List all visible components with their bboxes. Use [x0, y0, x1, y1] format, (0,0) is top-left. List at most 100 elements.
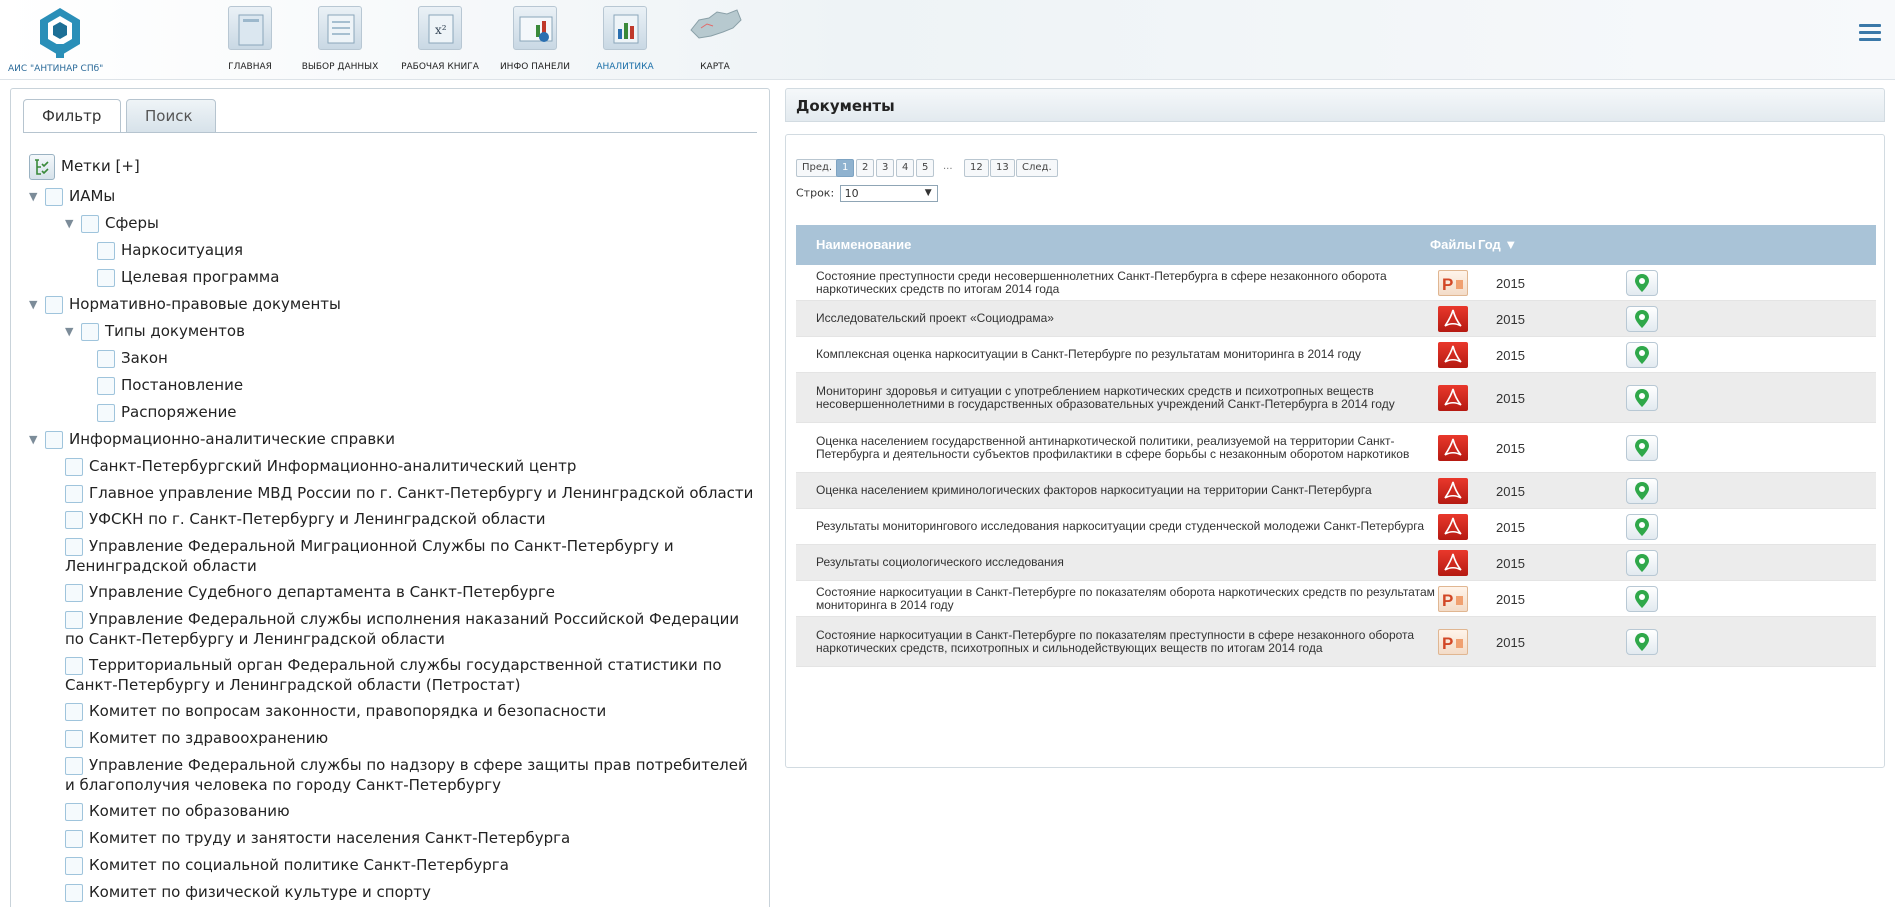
tags-label[interactable]: Метки [+]	[61, 157, 140, 175]
checkbox[interactable]	[65, 484, 83, 503]
checkbox[interactable]	[97, 268, 115, 287]
document-name[interactable]: Оценка населением государственной антина…	[816, 434, 1436, 461]
pager-next-button[interactable]: След.	[1016, 159, 1058, 177]
map-pin-button[interactable]	[1626, 435, 1658, 461]
checkbox[interactable]	[65, 457, 83, 476]
pager-page-button[interactable]: 12	[964, 159, 989, 177]
rows-select[interactable]: 10 ▼	[839, 185, 938, 202]
document-name[interactable]: Оценка населением криминологических факт…	[816, 484, 1436, 497]
pager-page-button[interactable]: 5	[916, 159, 935, 177]
checkbox[interactable]	[65, 583, 83, 602]
hamburger-icon[interactable]	[1859, 24, 1881, 42]
document-name[interactable]: Результаты социологического исследования	[816, 556, 1436, 569]
checkbox[interactable]	[81, 214, 99, 233]
pager-prev-button[interactable]: Пред.	[796, 159, 839, 177]
pager-page-button[interactable]: 4	[896, 159, 915, 177]
map-pin-button[interactable]	[1626, 629, 1658, 655]
documents-body: Пред. 1 2 3 4 5 ... 12 13 След. Строк: 1…	[785, 134, 1885, 768]
tags-icon[interactable]	[29, 153, 55, 180]
documents-panel: Документы Пред. 1 2 3 4 5 ... 12 13 След…	[785, 88, 1885, 768]
checkbox[interactable]	[97, 349, 115, 368]
pdf-icon[interactable]	[1438, 514, 1468, 540]
table-row[interactable]: Состояние наркоситуации в Санкт-Петербур…	[796, 617, 1876, 667]
document-name[interactable]: Состояние наркоситуации в Санкт-Петербур…	[816, 585, 1436, 612]
nav-workbook[interactable]: x² РАБОЧАЯ КНИГА	[395, 6, 485, 76]
tab-filter[interactable]: Фильтр	[23, 99, 121, 133]
collapse-arrow-icon[interactable]: ▼	[29, 291, 45, 318]
checkbox[interactable]	[65, 656, 83, 675]
ppt-icon[interactable]: P	[1438, 629, 1468, 655]
document-name[interactable]: Исследовательский проект «Социодрама»	[816, 312, 1436, 325]
table-row[interactable]: Оценка населением криминологических факт…	[796, 473, 1876, 509]
checkbox[interactable]	[65, 510, 83, 529]
checkbox[interactable]	[65, 702, 83, 721]
map-pin-icon	[1635, 482, 1649, 500]
pdf-icon[interactable]	[1438, 385, 1468, 411]
checkbox[interactable]	[65, 537, 83, 556]
table-row[interactable]: Исследовательский проект «Социодрама» 201…	[796, 301, 1876, 337]
checkbox[interactable]	[65, 756, 83, 775]
nav-dashboards[interactable]: ИНФО ПАНЕЛИ	[495, 6, 575, 76]
map-pin-button[interactable]	[1626, 478, 1658, 504]
checkbox[interactable]	[65, 729, 83, 748]
ppt-icon[interactable]: P	[1438, 586, 1468, 612]
checkbox[interactable]	[45, 295, 63, 314]
pdf-icon[interactable]	[1438, 550, 1468, 576]
pager-page-button[interactable]: 3	[876, 159, 895, 177]
checkbox[interactable]	[45, 430, 63, 449]
map-pin-button[interactable]	[1626, 586, 1658, 612]
app-logo[interactable]: АИС "АНТИНАР СПб"	[8, 6, 108, 78]
map-pin-button[interactable]	[1626, 270, 1658, 296]
checkbox[interactable]	[81, 322, 99, 341]
checkbox[interactable]	[97, 403, 115, 422]
document-name[interactable]: Комплексная оценка наркоситуации в Санкт…	[816, 348, 1436, 361]
checkbox[interactable]	[65, 610, 83, 629]
tree-node-spheres: ▼ Сферы	[29, 210, 759, 237]
table-row[interactable]: Результаты мониторингового исследования …	[796, 509, 1876, 545]
tree-leaf-org: УФСКН по г. Санкт-Петербургу и Ленинград…	[29, 506, 759, 533]
table-row[interactable]: Состояние наркоситуации в Санкт-Петербур…	[796, 581, 1876, 617]
table-row[interactable]: Комплексная оценка наркоситуации в Санкт…	[796, 337, 1876, 373]
column-name-header[interactable]: Наименование	[816, 237, 911, 252]
document-name[interactable]: Состояние наркоситуации в Санкт-Петербур…	[816, 628, 1436, 655]
nav-analytics[interactable]: АНАЛИТИКА	[585, 6, 665, 76]
document-name[interactable]: Состояние преступности среди несовершенн…	[816, 269, 1436, 296]
table-row[interactable]: Состояние преступности среди несовершенн…	[796, 265, 1876, 301]
pdf-icon[interactable]	[1438, 478, 1468, 504]
pdf-icon[interactable]	[1438, 342, 1468, 368]
pdf-icon[interactable]	[1438, 435, 1468, 461]
checkbox[interactable]	[65, 829, 83, 848]
map-pin-button[interactable]	[1626, 306, 1658, 332]
map-pin-button[interactable]	[1626, 514, 1658, 540]
pager-page-button[interactable]: 2	[856, 159, 875, 177]
ppt-icon[interactable]: P	[1438, 270, 1468, 296]
pdf-icon[interactable]	[1438, 306, 1468, 332]
dashboard-icon	[513, 6, 557, 50]
map-pin-button[interactable]	[1626, 342, 1658, 368]
collapse-arrow-icon[interactable]: ▼	[29, 426, 45, 453]
collapse-arrow-icon[interactable]: ▼	[65, 210, 81, 237]
table-row[interactable]: Мониторинг здоровья и ситуации с употреб…	[796, 373, 1876, 423]
column-year-header[interactable]: Год ▼	[1478, 237, 1517, 252]
table-row[interactable]: Оценка населением государственной антина…	[796, 423, 1876, 473]
pager-page-button[interactable]: 13	[990, 159, 1015, 177]
checkbox[interactable]	[65, 802, 83, 821]
map-pin-button[interactable]	[1626, 385, 1658, 411]
document-name[interactable]: Мониторинг здоровья и ситуации с употреб…	[816, 384, 1436, 411]
document-name[interactable]: Результаты мониторингового исследования …	[816, 520, 1436, 533]
collapse-arrow-icon[interactable]: ▼	[65, 318, 81, 345]
nav-data-select[interactable]: ВЫБОР ДАННЫХ	[295, 6, 385, 76]
checkbox[interactable]	[65, 883, 83, 902]
tab-search[interactable]: Поиск	[126, 99, 216, 133]
pager-page-button[interactable]: 1	[836, 159, 855, 177]
collapse-arrow-icon[interactable]: ▼	[29, 183, 45, 210]
checkbox[interactable]	[65, 856, 83, 875]
table-row[interactable]: Результаты социологического исследования…	[796, 545, 1876, 581]
map-pin-button[interactable]	[1626, 550, 1658, 576]
nav-map[interactable]: КАРТА	[675, 6, 755, 76]
checkbox[interactable]	[97, 376, 115, 395]
nav-home[interactable]: ГЛАВНАЯ	[215, 6, 285, 76]
column-files-header[interactable]: Файлы	[1430, 237, 1476, 252]
checkbox[interactable]	[97, 241, 115, 260]
checkbox[interactable]	[45, 187, 63, 206]
